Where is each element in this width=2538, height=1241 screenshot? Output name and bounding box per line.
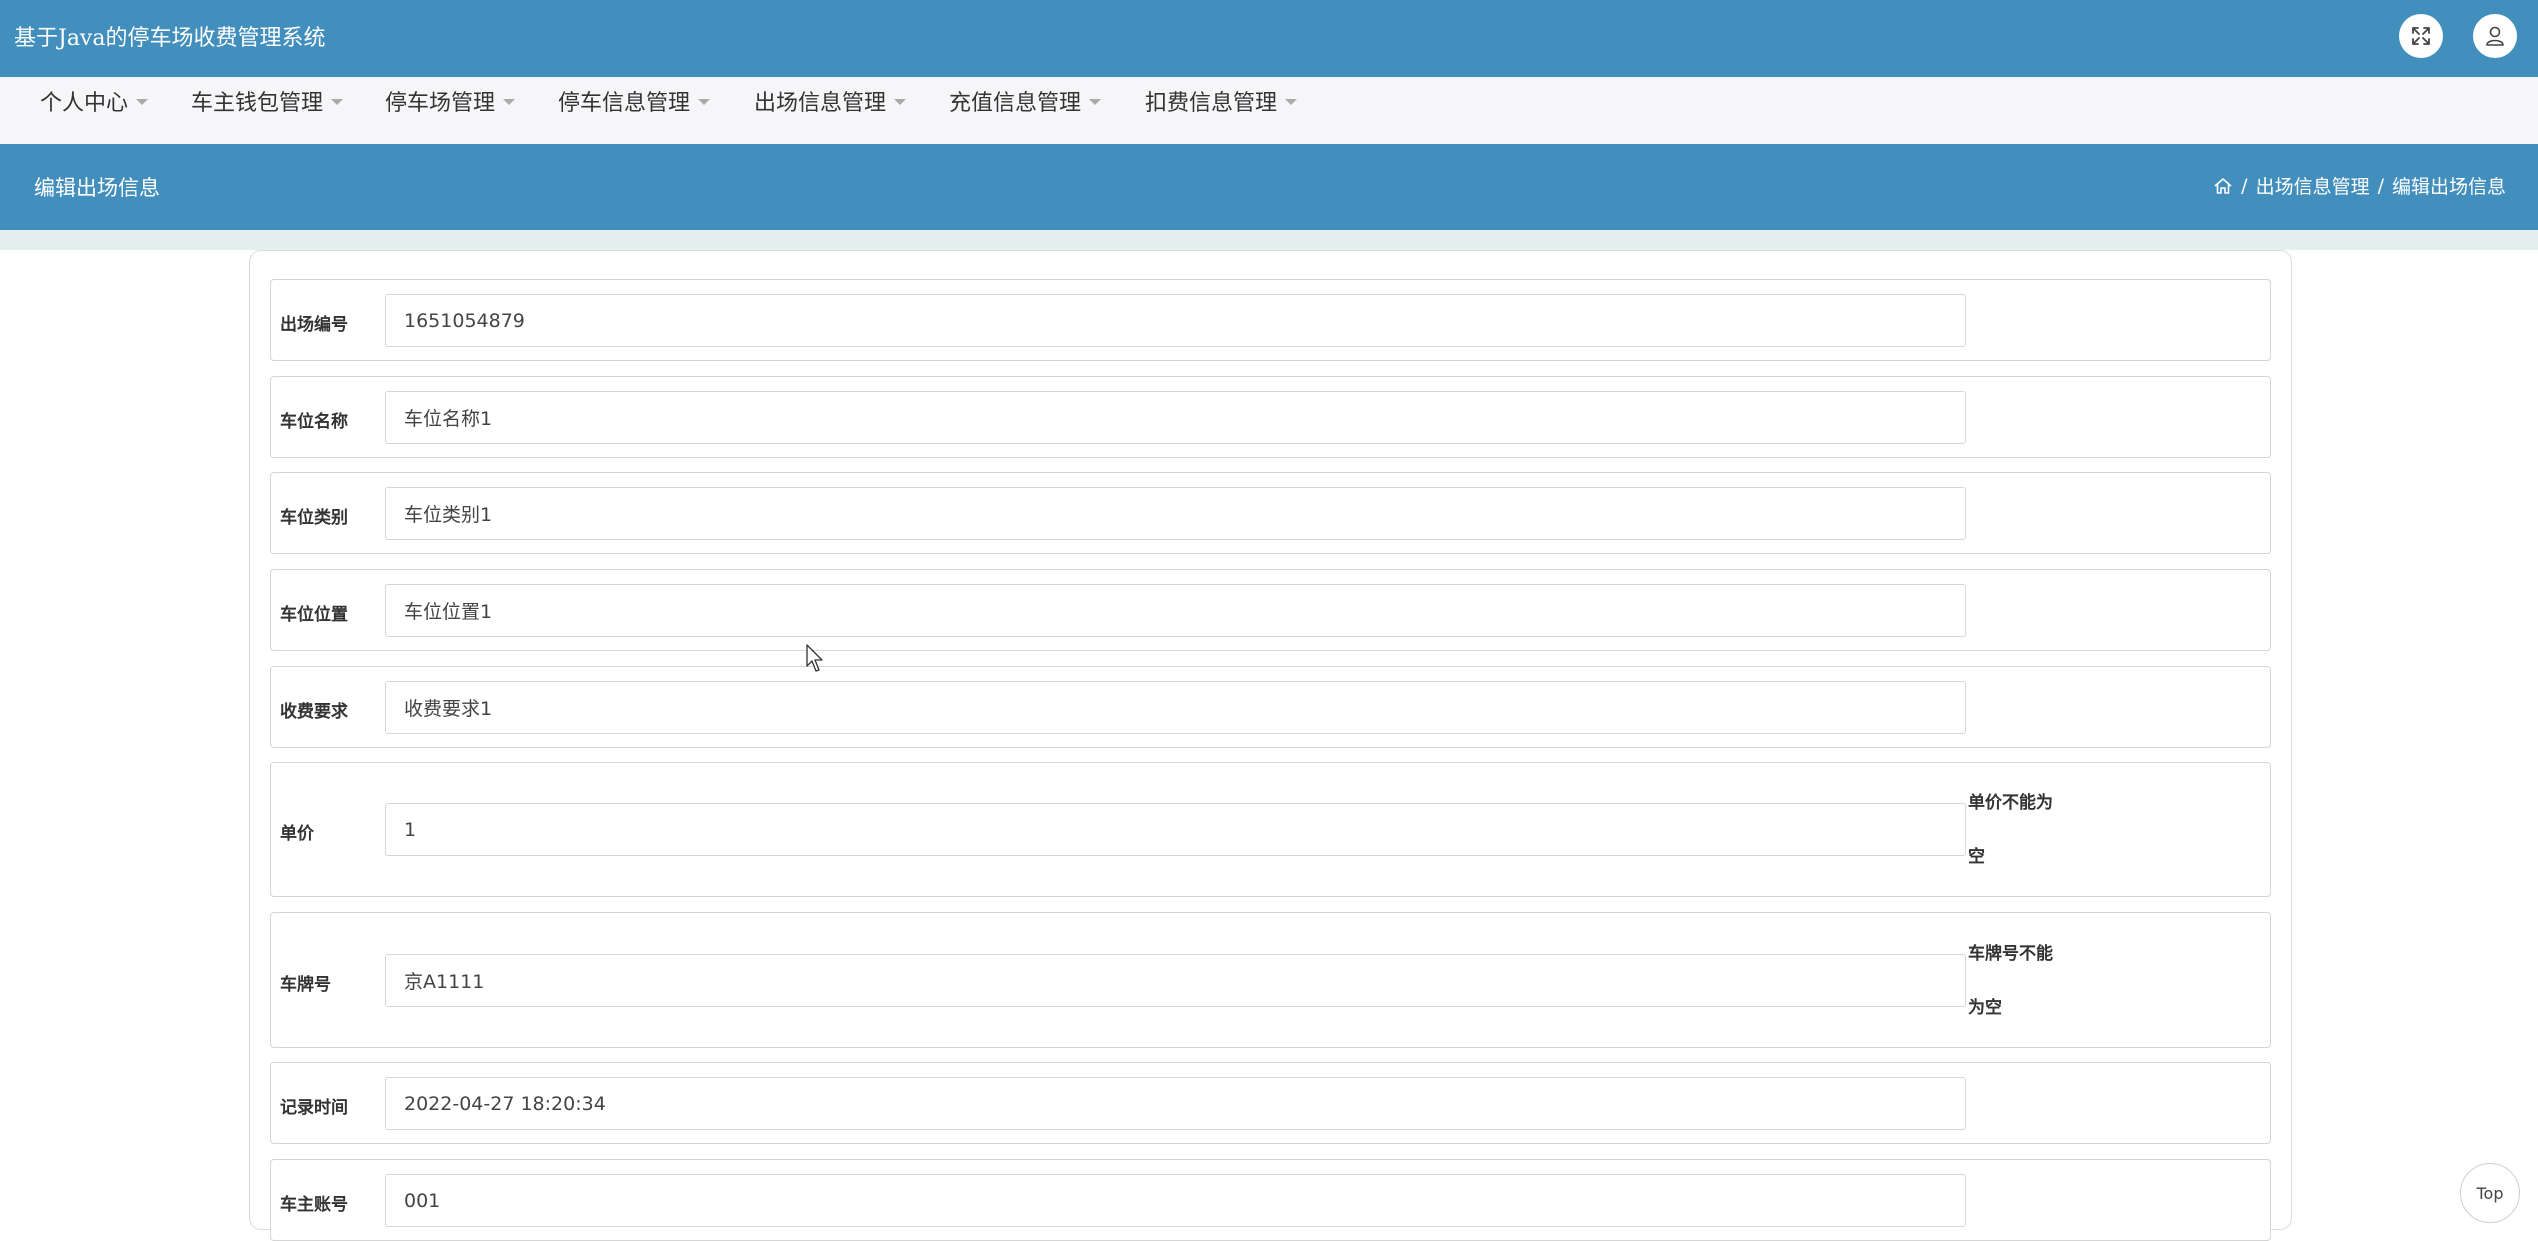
nav-item-label: 停车场管理 bbox=[385, 91, 496, 116]
fullscreen-icon bbox=[2412, 27, 2430, 45]
nav-item-label: 车主钱包管理 bbox=[191, 91, 324, 116]
nav-item-label: 充值信息管理 bbox=[949, 91, 1082, 116]
exit-no-input[interactable] bbox=[385, 294, 1966, 347]
plate-no-error: 车牌号不能为空 bbox=[1968, 944, 2053, 1018]
breadcrumb-section-link[interactable]: 出场信息管理 bbox=[2256, 172, 2370, 199]
record-time-input[interactable] bbox=[385, 1077, 1966, 1130]
breadcrumb-separator: / bbox=[2377, 174, 2384, 197]
form-row-plate-no: 车牌号 车牌号不能为空 bbox=[270, 912, 2271, 1048]
divider-strip bbox=[0, 230, 2538, 250]
mouse-cursor-icon bbox=[806, 644, 823, 672]
form-row-space-type: 车位类别 bbox=[270, 472, 2271, 554]
section-header: 编辑出场信息 / 出场信息管理 / 编辑出场信息 bbox=[0, 144, 2538, 230]
owner-account-input[interactable] bbox=[385, 1174, 1966, 1227]
space-location-input[interactable] bbox=[385, 584, 1966, 637]
home-icon[interactable] bbox=[2213, 176, 2233, 196]
main-nav: 个人中心 车主钱包管理 停车场管理 停车信息管理 出场信息管理 充值信息管理 扣… bbox=[0, 77, 2538, 144]
nav-item-parking-lot[interactable]: 停车场管理 bbox=[385, 81, 516, 121]
form-row-exit-no: 出场编号 bbox=[270, 279, 2271, 361]
nav-item-label: 出场信息管理 bbox=[754, 91, 887, 116]
nav-item-exit-info[interactable]: 出场信息管理 bbox=[754, 81, 907, 121]
caret-down-icon bbox=[894, 99, 907, 105]
unit-price-label: 单价 bbox=[280, 824, 314, 844]
space-name-input[interactable] bbox=[385, 391, 1966, 444]
form-row-owner-account: 车主账号 bbox=[270, 1159, 2271, 1241]
caret-down-icon bbox=[503, 99, 516, 105]
plate-no-input[interactable] bbox=[385, 954, 1966, 1007]
form-row-record-time: 记录时间 bbox=[270, 1062, 2271, 1144]
nav-item-label: 扣费信息管理 bbox=[1145, 91, 1278, 116]
user-icon bbox=[2486, 26, 2504, 46]
nav-item-recharge[interactable]: 充值信息管理 bbox=[949, 81, 1102, 121]
caret-down-icon bbox=[1089, 99, 1102, 105]
nav-item-parking-info[interactable]: 停车信息管理 bbox=[558, 81, 711, 121]
nav-item-label: 个人中心 bbox=[40, 91, 129, 116]
caret-down-icon bbox=[331, 99, 344, 105]
fee-requirement-label: 收费要求 bbox=[280, 702, 348, 722]
app-title: 基于Java的停车场收费管理系统 bbox=[14, 26, 326, 51]
nav-item-personal-center[interactable]: 个人中心 bbox=[40, 81, 149, 121]
breadcrumb: / 出场信息管理 / 编辑出场信息 bbox=[2213, 172, 2506, 199]
caret-down-icon bbox=[698, 99, 711, 105]
back-to-top-button[interactable]: Top bbox=[2460, 1163, 2520, 1223]
space-type-input[interactable] bbox=[385, 487, 1966, 540]
exit-no-label: 出场编号 bbox=[280, 315, 348, 335]
nav-item-deduction[interactable]: 扣费信息管理 bbox=[1145, 81, 1298, 121]
user-button[interactable] bbox=[2473, 14, 2517, 58]
breadcrumb-current: 编辑出场信息 bbox=[2391, 176, 2506, 198]
fullscreen-button[interactable] bbox=[2399, 14, 2443, 58]
space-name-label: 车位名称 bbox=[280, 412, 348, 432]
form-row-unit-price: 单价 单价不能为空 bbox=[270, 762, 2271, 897]
caret-down-icon bbox=[1285, 99, 1298, 105]
unit-price-error: 单价不能为空 bbox=[1968, 793, 2053, 867]
page-title: 编辑出场信息 bbox=[34, 176, 160, 200]
fee-requirement-input[interactable] bbox=[385, 681, 1966, 734]
caret-down-icon bbox=[136, 99, 149, 105]
owner-account-label: 车主账号 bbox=[280, 1195, 348, 1215]
form-row-space-location: 车位位置 bbox=[270, 569, 2271, 651]
top-header: 基于Java的停车场收费管理系统 bbox=[0, 0, 2538, 77]
space-type-label: 车位类别 bbox=[280, 508, 348, 528]
record-time-label: 记录时间 bbox=[280, 1098, 348, 1118]
form-row-space-name: 车位名称 bbox=[270, 376, 2271, 458]
unit-price-input[interactable] bbox=[385, 803, 1966, 856]
space-location-label: 车位位置 bbox=[280, 605, 348, 625]
breadcrumb-separator: / bbox=[2241, 174, 2248, 197]
nav-item-wallet[interactable]: 车主钱包管理 bbox=[191, 81, 344, 121]
plate-no-label: 车牌号 bbox=[280, 975, 331, 995]
form-row-fee-requirement: 收费要求 bbox=[270, 666, 2271, 748]
nav-item-label: 停车信息管理 bbox=[558, 91, 691, 116]
